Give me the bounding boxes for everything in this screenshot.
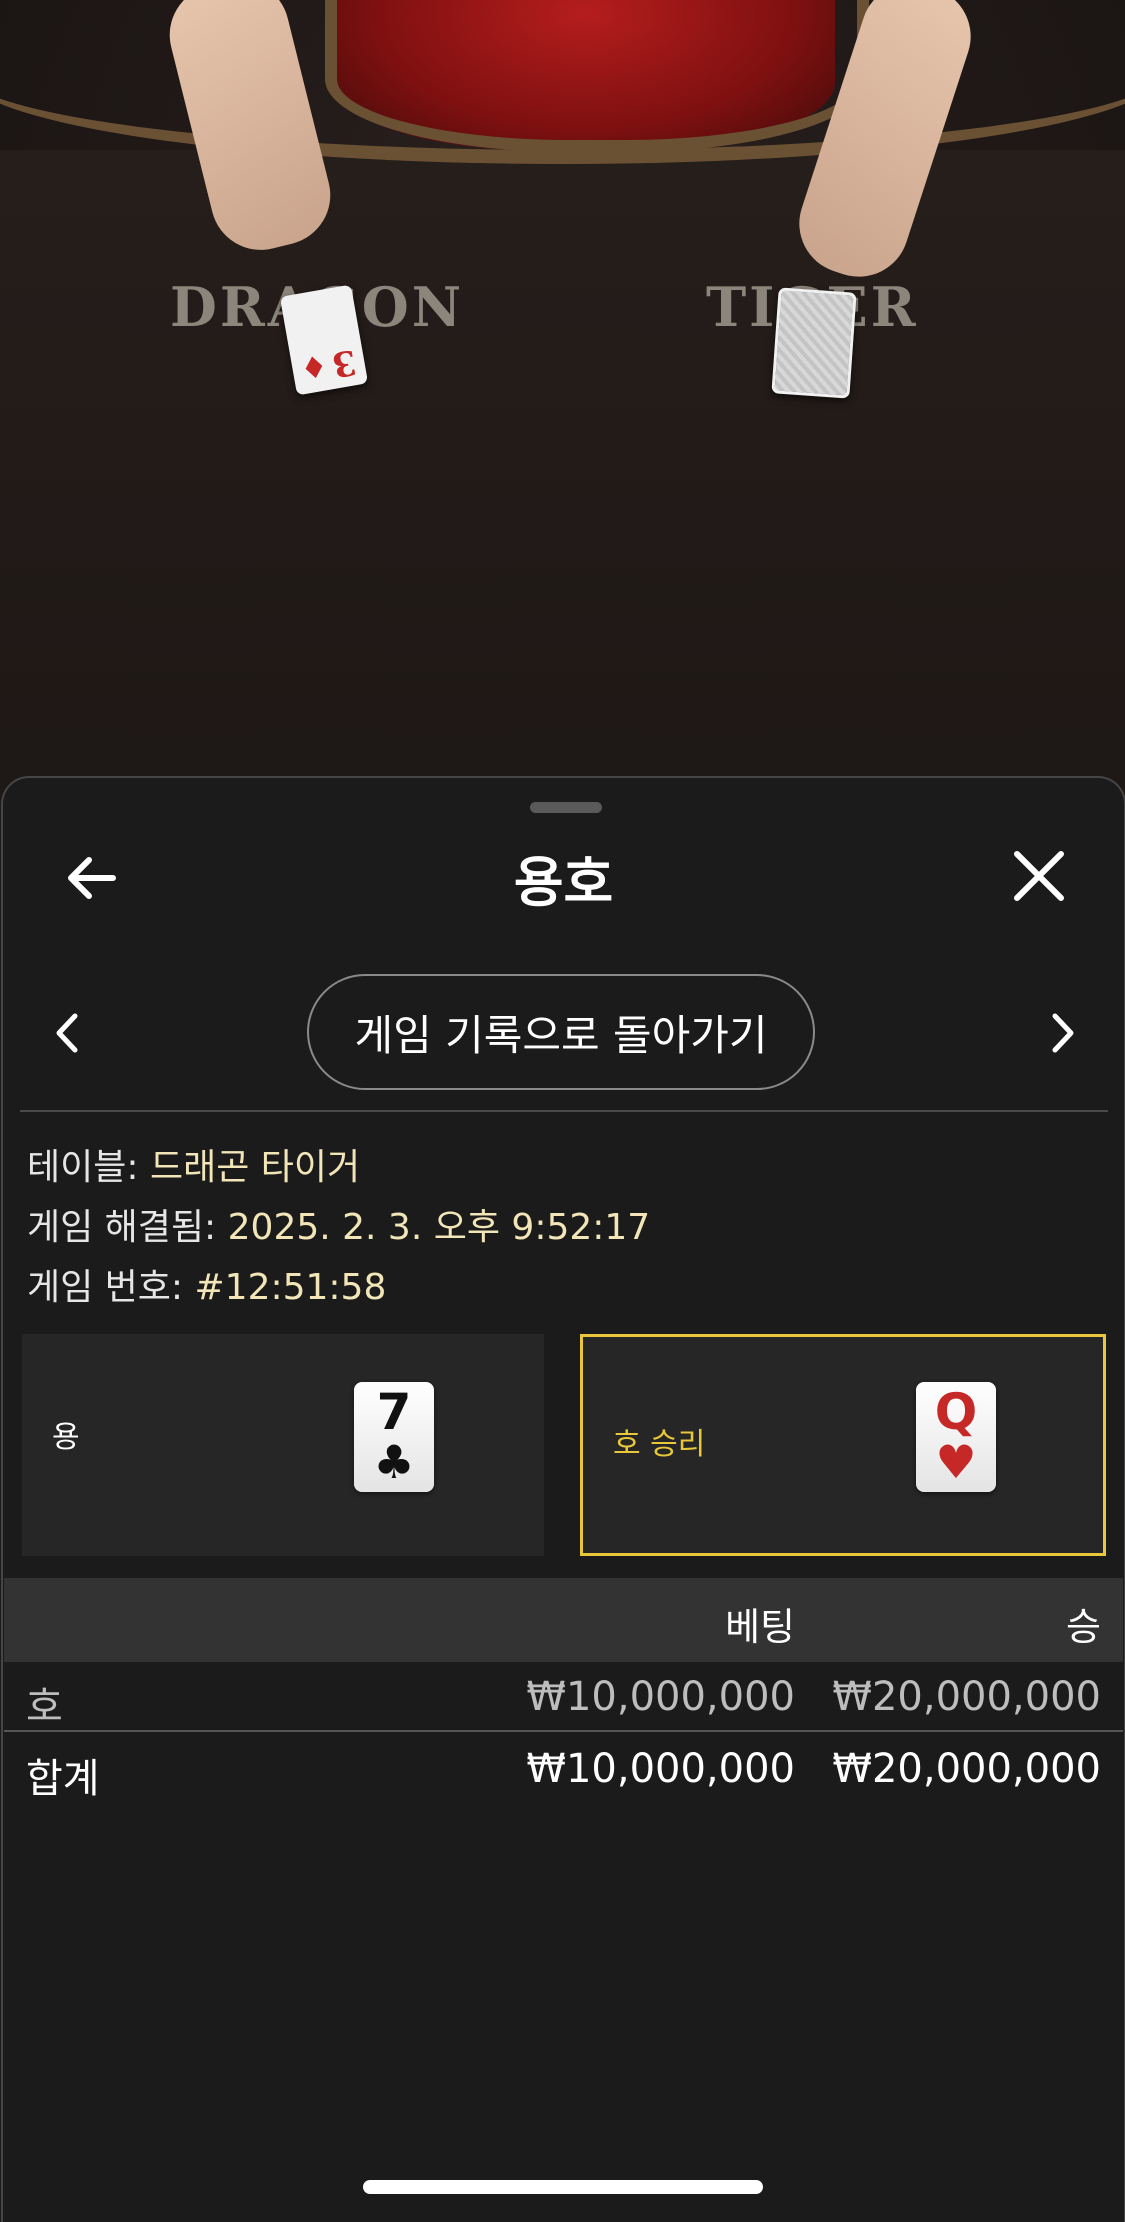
info-table-value: 드래곤 타이거 [149,1147,361,1188]
table-total-row: 합계 ₩10,000,000 ₩20,000,000 [4,1740,1123,1810]
hand-tiger: 호 승리 Q ♥ [580,1334,1106,1556]
row-win-amount: ₩20,000,000 [832,1674,1101,1720]
dealt-card-rank: 3 [329,341,360,385]
table-felt [0,150,1125,800]
info-game-number-value: #12:51:58 [194,1267,387,1308]
table-row: 호 ₩10,000,000 ₩20,000,000 [4,1668,1123,1738]
dealt-card-tiger-back [771,287,857,399]
info-table: 테이블: 드래곤 타이거 [27,1138,360,1190]
row-bet-name: 호 [26,1684,63,1730]
info-resolved: 게임 해결됨: 2025. 2. 3. 오후 9:52:17 [27,1198,650,1250]
header-win: 승 [1066,1605,1101,1649]
tiger-card: Q ♥ [916,1382,996,1492]
total-label: 합계 [26,1756,100,1802]
game-detail-sheet: 용호 게임 기록으로 돌아가기 테이블: 드래곤 타이거 게임 해결됨: 202… [1,776,1125,2222]
sheet-grabber[interactable] [530,802,602,813]
close-icon[interactable] [1009,846,1069,906]
info-resolved-value: 2025. 2. 3. 오후 9:52:17 [227,1207,651,1248]
hand-tiger-winner-label: 호 승리 [613,1427,706,1462]
total-bet-amount: ₩10,000,000 [526,1746,795,1792]
chevron-right-icon[interactable] [1043,1008,1083,1058]
info-resolved-label: 게임 해결됨: [27,1207,217,1248]
total-win-amount: ₩20,000,000 [832,1746,1101,1792]
home-indicator[interactable] [363,2180,763,2194]
info-table-label: 테이블: [27,1147,139,1188]
tiger-card-rank: Q [934,1383,978,1441]
row-bet-amount: ₩10,000,000 [526,1674,795,1720]
hand-dragon-label: 용 [52,1420,80,1455]
sheet-title: 용호 [513,851,614,914]
info-game-number: 게임 번호: #12:51:58 [27,1258,386,1310]
back-to-history-button[interactable]: 게임 기록으로 돌아가기 [307,974,815,1090]
bets-table-header: 베팅 승 [4,1578,1123,1662]
header-bet: 베팅 [725,1605,795,1649]
dealt-card-suit: ♦ [297,349,331,389]
divider [20,1110,1108,1112]
dragon-card: 7 ♣ [354,1382,434,1492]
info-game-number-label: 게임 번호: [27,1267,184,1308]
club-icon: ♣ [373,1435,415,1489]
heart-icon: ♥ [935,1435,977,1489]
row-divider [4,1730,1123,1732]
dragon-card-rank: 7 [376,1383,412,1441]
live-video-feed: DRAGON TIGER ♦ 3 [0,0,1125,800]
hand-dragon: 용 7 ♣ [22,1334,544,1556]
chevron-left-icon[interactable] [47,1008,87,1058]
